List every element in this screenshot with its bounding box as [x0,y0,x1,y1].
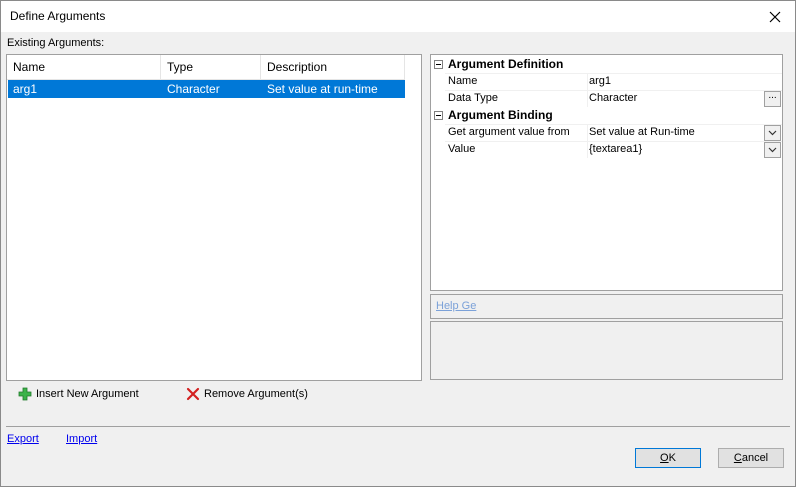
property-name: Value [448,143,476,155]
column-separator [587,74,588,90]
row-name-cell: arg1 [13,82,38,96]
dropdown-button[interactable] [764,125,781,141]
column-separator [587,142,588,158]
column-separator [587,91,588,107]
ok-button[interactable]: OK [635,448,701,468]
plus-icon [18,387,32,401]
collapse-icon[interactable] [434,111,443,120]
property-row-value[interactable]: Value {textarea1} [445,141,782,158]
define-arguments-dialog: Define Arguments Existing Arguments: Nam… [0,0,796,487]
row-type-cell: Character [167,82,220,96]
property-row-get-value-from[interactable]: Get argument value from Set value at Run… [445,124,782,141]
column-header-name[interactable]: Name [7,55,161,79]
column-header-description[interactable]: Description [261,55,405,79]
close-icon [769,11,781,22]
help-link[interactable]: Help Ge [436,300,476,312]
property-name: Get argument value from [448,126,570,138]
property-grid[interactable]: Argument Definition Name arg1 Data Type … [430,54,783,291]
remove-argument-label: Remove Argument(s) [204,388,308,400]
title-bar: Define Arguments [1,1,795,32]
description-panel [430,321,783,380]
import-link[interactable]: Import [66,433,97,445]
property-row-name[interactable]: Name arg1 [445,73,782,90]
list-header: Name Type Description [7,55,405,80]
row-description-cell: Set value at run-time [267,82,378,96]
ok-label: OK [660,452,676,464]
footer-divider [6,426,790,427]
ellipsis-button[interactable]: ... [764,91,781,107]
category-argument-definition[interactable]: Argument Definition [431,56,782,72]
column-header-type[interactable]: Type [161,55,261,79]
cancel-button[interactable]: Cancel [718,448,784,468]
cancel-label: Cancel [733,452,769,464]
insert-argument-button[interactable]: Insert New Argument [18,386,139,402]
category-label: Argument Definition [448,57,564,71]
property-name: Data Type [448,92,498,104]
category-label: Argument Binding [448,108,553,122]
dialog-title: Define Arguments [10,9,106,23]
column-separator [587,125,588,141]
chevron-down-icon [768,147,777,153]
arguments-list[interactable]: Name Type Description arg1 Character Set… [6,54,422,381]
property-value[interactable]: Set value at Run-time [589,126,695,138]
dropdown-button[interactable] [764,142,781,158]
property-row-data-type[interactable]: Data Type Character ... [445,90,782,107]
property-name: Name [448,75,478,87]
export-link[interactable]: Export [7,433,39,445]
category-argument-binding[interactable]: Argument Binding [431,107,782,123]
property-value[interactable]: {textarea1} [589,143,642,155]
property-value[interactable]: arg1 [589,75,611,87]
remove-argument-button[interactable]: Remove Argument(s) [186,386,308,402]
property-value[interactable]: Character [589,92,637,104]
help-panel: Help Ge [430,294,783,319]
existing-arguments-label: Existing Arguments: [7,37,105,49]
insert-argument-label: Insert New Argument [36,388,139,400]
delete-x-icon [186,387,200,401]
chevron-down-icon [768,130,777,136]
collapse-icon[interactable] [434,60,443,69]
close-button[interactable] [755,1,795,32]
table-row[interactable]: arg1 Character Set value at run-time [8,80,405,98]
